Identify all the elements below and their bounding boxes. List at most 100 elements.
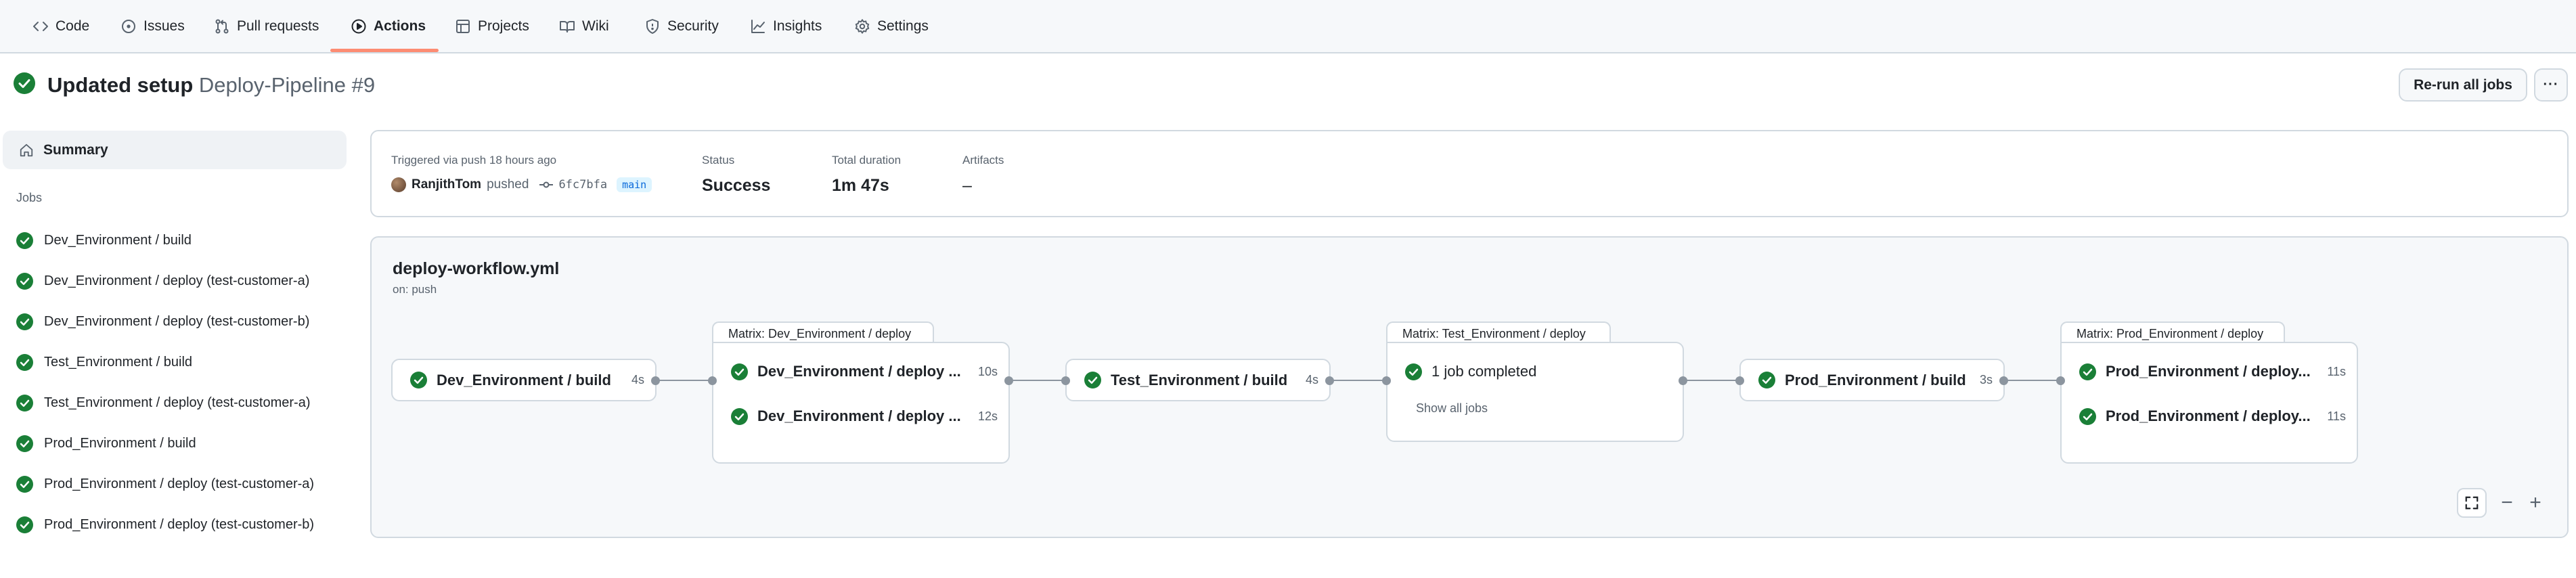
sidebar-job-item[interactable]: Dev_Environment / deploy (test-customer-… [16, 267, 309, 294]
artifacts-label: Artifacts [962, 154, 1004, 166]
show-all-jobs-link[interactable]: Show all jobs [1416, 401, 1488, 416]
matrix-job-row[interactable]: Dev_Environment / deploy ... 12s [713, 396, 1008, 437]
matrix-summary: 1 job completed [1431, 363, 1537, 380]
sidebar-job-item[interactable]: Dev_Environment / deploy (test-customer-… [16, 308, 309, 335]
graph-edge [655, 380, 713, 381]
rerun-all-jobs-button[interactable]: Re-run all jobs [2399, 68, 2527, 102]
sidebar-job-item[interactable]: Test_Environment / deploy (test-customer… [16, 389, 311, 416]
tab-actions[interactable]: Actions [351, 0, 426, 52]
tab-security-label: Security [667, 18, 719, 34]
success-check-icon [16, 313, 33, 330]
commit-sha-link[interactable]: 6fc7bfa [558, 178, 607, 192]
zoom-in-button[interactable]: + [2521, 488, 2550, 518]
success-check-icon [731, 363, 748, 380]
sidebar-job-item[interactable]: Test_Environment / build [16, 349, 192, 376]
matrix-job-row[interactable]: Dev_Environment / deploy ... 10s [713, 351, 1008, 392]
zoom-out-button[interactable]: − [2492, 488, 2522, 518]
tab-security[interactable]: Security [644, 0, 719, 52]
tab-pull-requests[interactable]: Pull requests [214, 0, 319, 52]
graph-port [1325, 376, 1334, 385]
sidebar-job-item[interactable]: Prod_Environment / build [16, 430, 196, 457]
job-duration: 12s [977, 409, 998, 423]
graph-icon [750, 18, 766, 35]
success-check-icon [731, 407, 748, 425]
success-check-icon [1084, 372, 1101, 388]
sidebar-job-item[interactable]: Prod_Environment / deploy (test-customer… [16, 470, 314, 497]
graph-port [1382, 376, 1391, 385]
branch-chip[interactable]: main [617, 177, 652, 192]
status-label: Status [702, 154, 735, 166]
job-duration: 3s [1979, 373, 1993, 386]
tab-wiki-label: Wiki [582, 18, 609, 34]
tab-settings[interactable]: Settings [854, 0, 929, 52]
sidebar-summary[interactable]: Summary [3, 131, 347, 169]
sidebar-job-label: Prod_Environment / deploy (test-customer… [44, 476, 315, 491]
success-check-icon [16, 394, 33, 412]
job-node-label: Dev_Environment / build [437, 371, 611, 388]
trigger-actor-row: RanjithTom pushed 6fc7bfa main [391, 177, 652, 192]
matrix-group-dev: Dev_Environment / deploy ... 10s Dev_Env… [712, 342, 1010, 464]
shield-icon [644, 18, 661, 35]
tab-issues[interactable]: Issues [120, 0, 185, 52]
job-duration: 4s [631, 373, 644, 386]
job-node-label: Prod_Environment / deploy... [2106, 407, 2311, 424]
matrix-group-test[interactable]: 1 job completed Show all jobs [1386, 342, 1684, 442]
success-check-icon [16, 353, 33, 371]
jobs-heading: Jobs [16, 191, 43, 204]
success-check-icon [16, 272, 33, 290]
workflow-run-name: Deploy-Pipeline #9 [198, 73, 376, 97]
matrix-job-row[interactable]: Prod_Environment / deploy... 11s [2062, 351, 2357, 392]
job-duration: 4s [1305, 373, 1318, 386]
repo-nav: Code Issues Pull requests Actions Projec… [0, 0, 2576, 53]
status-value: Success [702, 176, 771, 195]
sidebar-job-item[interactable]: Prod_Environment / deploy (test-customer… [16, 511, 314, 538]
run-summary-box [370, 130, 2569, 217]
sidebar-job-item[interactable]: Dev_Environment / build [16, 227, 192, 254]
actor-link[interactable]: RanjithTom [412, 177, 481, 192]
duration-label: Total duration [832, 154, 902, 166]
book-icon [559, 18, 575, 35]
avatar [391, 177, 406, 192]
job-node-label: Dev_Environment / deploy ... [757, 407, 961, 424]
success-check-icon [410, 372, 427, 388]
run-success-icon [14, 72, 35, 94]
success-check-icon [16, 475, 33, 493]
actor-action: pushed [487, 177, 529, 192]
issue-icon [120, 18, 137, 35]
fullscreen-button[interactable] [2457, 488, 2487, 518]
tab-insights-label: Insights [773, 18, 822, 34]
table-icon [455, 18, 471, 35]
graph-port [1735, 376, 1744, 385]
code-icon [32, 18, 49, 35]
tab-code[interactable]: Code [32, 0, 89, 52]
matrix-job-row[interactable]: Prod_Environment / deploy... 11s [2062, 396, 2357, 437]
graph-port [1999, 376, 2008, 385]
sidebar-job-label: Prod_Environment / deploy (test-customer… [44, 516, 315, 532]
tab-settings-label: Settings [877, 18, 929, 34]
success-check-icon [1405, 363, 1422, 380]
success-check-icon [2079, 363, 2096, 380]
matrix-tab-dev: Matrix: Dev_Environment / deploy [712, 321, 934, 343]
job-node-prod-build[interactable]: Prod_Environment / build 3s [1739, 359, 2005, 401]
job-node-dev-build[interactable]: Dev_Environment / build 4s [391, 359, 657, 401]
duration-value: 1m 47s [832, 176, 889, 195]
job-node-test-build[interactable]: Test_Environment / build 4s [1065, 359, 1331, 401]
success-check-icon [16, 435, 33, 452]
commit-icon [539, 180, 554, 190]
workflow-file-name[interactable]: deploy-workflow.yml [393, 259, 559, 279]
home-icon [19, 143, 34, 158]
tab-wiki[interactable]: Wiki [559, 0, 609, 52]
job-duration: 11s [2327, 409, 2346, 423]
job-node-label: Dev_Environment / deploy ... [757, 363, 961, 380]
sidebar-job-label: Test_Environment / build [44, 354, 193, 370]
sidebar-job-label: Dev_Environment / deploy (test-customer-… [44, 273, 310, 288]
tab-insights[interactable]: Insights [750, 0, 822, 52]
success-check-icon [16, 231, 33, 249]
more-options-button[interactable]: ··· [2534, 68, 2568, 102]
job-duration: 11s [2327, 364, 2346, 378]
sidebar-job-label: Prod_Environment / build [44, 435, 196, 451]
tab-projects[interactable]: Projects [455, 0, 529, 52]
graph-edge [2003, 380, 2062, 381]
workflow-event: on: push [393, 283, 437, 296]
tab-code-label: Code [55, 18, 90, 34]
